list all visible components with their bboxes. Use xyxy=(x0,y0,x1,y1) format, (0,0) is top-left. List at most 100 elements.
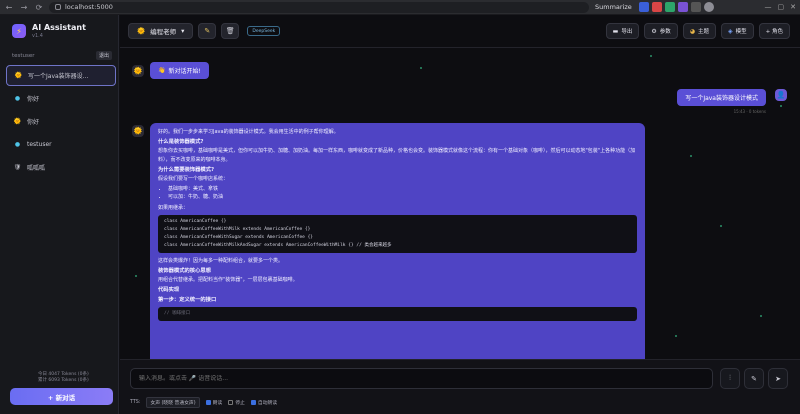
trash-icon: 🗑 xyxy=(225,27,235,35)
back-icon[interactable]: ← xyxy=(3,1,15,13)
conversation-label: 呱呱呱 xyxy=(27,165,46,172)
code-line: class AmericanCoffee {} xyxy=(164,218,227,224)
sidebar: ⚡ AI Assistant v1.4 testuser 退出 🌞 写一个Jav… xyxy=(0,15,119,414)
ai-avatar-icon: 🌞 xyxy=(132,65,144,77)
browser-toolbar: ← → ⟳ localhost:5000 Summarize — ▢ ✕ xyxy=(0,0,800,15)
ai-heading: 为什么需要装饰器模式? xyxy=(158,166,215,173)
conversation-item[interactable]: 🌞 写一个Java装饰器设... xyxy=(6,65,116,86)
ai-avatar-icon: 🌞 xyxy=(132,125,144,137)
ai-message: 好的。我们一步步来学习Java的装饰器设计模式。我会用生活中的例子帮你理解。 什… xyxy=(150,123,645,374)
conversation-item[interactable]: 🌞 你好 xyxy=(6,111,116,132)
conversation-item[interactable]: ● 你好 xyxy=(6,88,116,109)
sun-icon: 🌞 xyxy=(13,118,22,125)
username: testuser xyxy=(12,52,35,59)
url-text: localhost:5000 xyxy=(65,3,113,11)
summarize-button[interactable]: Summarize xyxy=(595,3,632,11)
theme-button[interactable]: ◕ 主题 xyxy=(682,23,716,39)
extension-icon[interactable] xyxy=(651,2,662,12)
list-item: 基础咖啡：美式、拿铁 xyxy=(168,185,637,193)
ai-paragraph: 这样会类爆炸！因为每多一种配料组合，就要多一个类。 xyxy=(158,257,284,264)
profile-avatar-icon[interactable] xyxy=(703,2,714,12)
shield-icon: 🛡 xyxy=(13,164,22,171)
brand: ⚡ AI Assistant v1.4 xyxy=(12,23,86,39)
dot-icon: ● xyxy=(14,141,21,148)
minimize-icon[interactable]: — xyxy=(765,3,772,11)
message-input[interactable] xyxy=(139,375,712,382)
sun-icon: 🌞 xyxy=(14,72,23,79)
voice-select[interactable]: 女声 (晓晓 普通女声) xyxy=(146,397,200,408)
list-item: 可以加：牛奶、糖、奶油 xyxy=(168,193,637,201)
checkbox-unchecked-icon xyxy=(228,400,234,405)
ai-paragraph: 假设我们要写一个咖啡店系统： xyxy=(158,176,229,183)
logout-button[interactable]: 退出 xyxy=(95,51,112,60)
gear-icon: ⚙ xyxy=(651,27,657,35)
chat-toolbar: 🌞 编程老师 ▾ ✎ 🗑 DeepSeek ▬ 导出 ⚙ 参数 ◕ 主题 ◈ 模型 + … xyxy=(120,15,800,48)
pencil-icon: ✎ xyxy=(204,27,211,35)
code-line: // 咖啡接口 xyxy=(164,310,191,316)
code-line: class AmericanCoffeeWithMilkAndSugar ext… xyxy=(164,242,392,248)
input-area: ⫶ ✎ ➤ TTS: 女声 (晓晓 普通女声) 朗读 停止 自动朗读 xyxy=(120,359,800,414)
user-message-meta: 15:43 · 0 tokens xyxy=(733,109,766,114)
checkbox-checked-icon xyxy=(250,400,256,405)
reload-icon[interactable]: ⟳ xyxy=(33,1,45,13)
app-version: v1.4 xyxy=(32,33,43,39)
ai-heading: 什么是装饰器模式? xyxy=(158,139,204,146)
ai-paragraph: 好的。我们一步步来学习Java的装饰器设计模式。我会用生活中的例子帮你理解。 xyxy=(158,129,339,135)
export-icon: ▬ xyxy=(612,27,619,35)
conversation-label: 你好 xyxy=(27,119,40,126)
code-block[interactable]: // 咖啡接口 xyxy=(158,306,637,321)
ai-paragraph: 如果用继承： xyxy=(158,204,189,211)
conversation-label: testuser xyxy=(27,141,52,148)
maximize-icon[interactable]: ▢ xyxy=(778,3,785,11)
ai-heading: 第一步：定义统一的接口 xyxy=(158,296,217,303)
close-icon[interactable]: ✕ xyxy=(790,3,796,11)
tts-label: TTS: xyxy=(130,400,141,405)
user-message: 写一个Java装饰器设计模式 xyxy=(677,89,766,106)
conversation-list: 🌞 写一个Java装饰器设... ● 你好 🌞 你好 ● testuser 🛡 … xyxy=(6,65,116,180)
delete-button[interactable]: 🗑 xyxy=(221,23,240,39)
system-message: 👋 新对话开始! xyxy=(150,62,209,79)
export-button[interactable]: ▬ 导出 xyxy=(605,23,640,39)
dot-icon: ● xyxy=(14,95,21,102)
extension-icon[interactable] xyxy=(638,2,649,12)
wave-icon: 👋 xyxy=(158,67,166,74)
chat-main: 🌞 编程老师 ▾ ✎ 🗑 DeepSeek ▬ 导出 ⚙ 参数 ◕ 主题 ◈ 模型 + … xyxy=(120,15,800,414)
model-badge: DeepSeek xyxy=(247,26,281,36)
ai-paragraph: 想象你去买咖啡，基础咖啡是美式，但你可以加牛奶、加糖、加奶油。每加一样东西，咖啡… xyxy=(158,148,636,163)
code-block[interactable]: class AmericanCoffee {} class AmericanCo… xyxy=(158,214,637,253)
read-checkbox[interactable]: 朗读 xyxy=(205,399,222,406)
send-button[interactable]: ➤ xyxy=(768,368,788,389)
paperclip-icon: ⫶ xyxy=(729,374,731,382)
cube-icon: ◈ xyxy=(728,27,733,35)
new-chat-button[interactable]: + 新对话 xyxy=(10,388,113,405)
voice-button[interactable]: ✎ xyxy=(744,368,764,389)
params-button[interactable]: ⚙ 参数 xyxy=(644,23,678,39)
code-line: class AmericanCoffeeWithSugar extends Am… xyxy=(164,234,314,240)
attach-button[interactable]: ⫶ xyxy=(720,368,740,389)
extension-icon[interactable] xyxy=(690,2,701,12)
conversation-item[interactable]: 🛡 呱呱呱 xyxy=(6,157,116,178)
address-bar[interactable]: localhost:5000 xyxy=(49,1,589,13)
forward-icon[interactable]: → xyxy=(18,1,30,13)
ai-heading: 装饰器模式的核心思想 xyxy=(158,268,211,275)
palette-icon: ◕ xyxy=(689,27,695,35)
persona-label: 编程老师 xyxy=(150,28,177,36)
persona-selector[interactable]: 🌞 编程老师 ▾ xyxy=(128,23,194,39)
model-button[interactable]: ◈ 模型 xyxy=(721,23,754,39)
edit-persona-button[interactable]: ✎ xyxy=(198,23,217,39)
stop-checkbox[interactable]: 停止 xyxy=(228,399,245,406)
send-icon: ➤ xyxy=(775,374,781,383)
extension-icon[interactable] xyxy=(664,2,675,12)
conversation-item[interactable]: ● testuser xyxy=(6,134,116,155)
site-info-icon[interactable] xyxy=(55,4,61,10)
ai-list: 基础咖啡：美式、拿铁 可以加：牛奶、糖、奶油 xyxy=(168,185,637,201)
extension-icon[interactable] xyxy=(677,2,688,12)
user-avatar-icon: 👤 xyxy=(775,89,787,101)
add-role-button[interactable]: + 角色 xyxy=(758,23,790,39)
checkbox-checked-icon xyxy=(205,400,211,405)
message-input-box[interactable] xyxy=(130,368,713,389)
lightning-logo-icon: ⚡ xyxy=(12,24,26,38)
auto-read-checkbox[interactable]: 自动朗读 xyxy=(250,399,277,406)
user-row: testuser 退出 xyxy=(12,51,112,60)
token-total: 累计 6093 Tokens (0条) xyxy=(38,378,89,383)
